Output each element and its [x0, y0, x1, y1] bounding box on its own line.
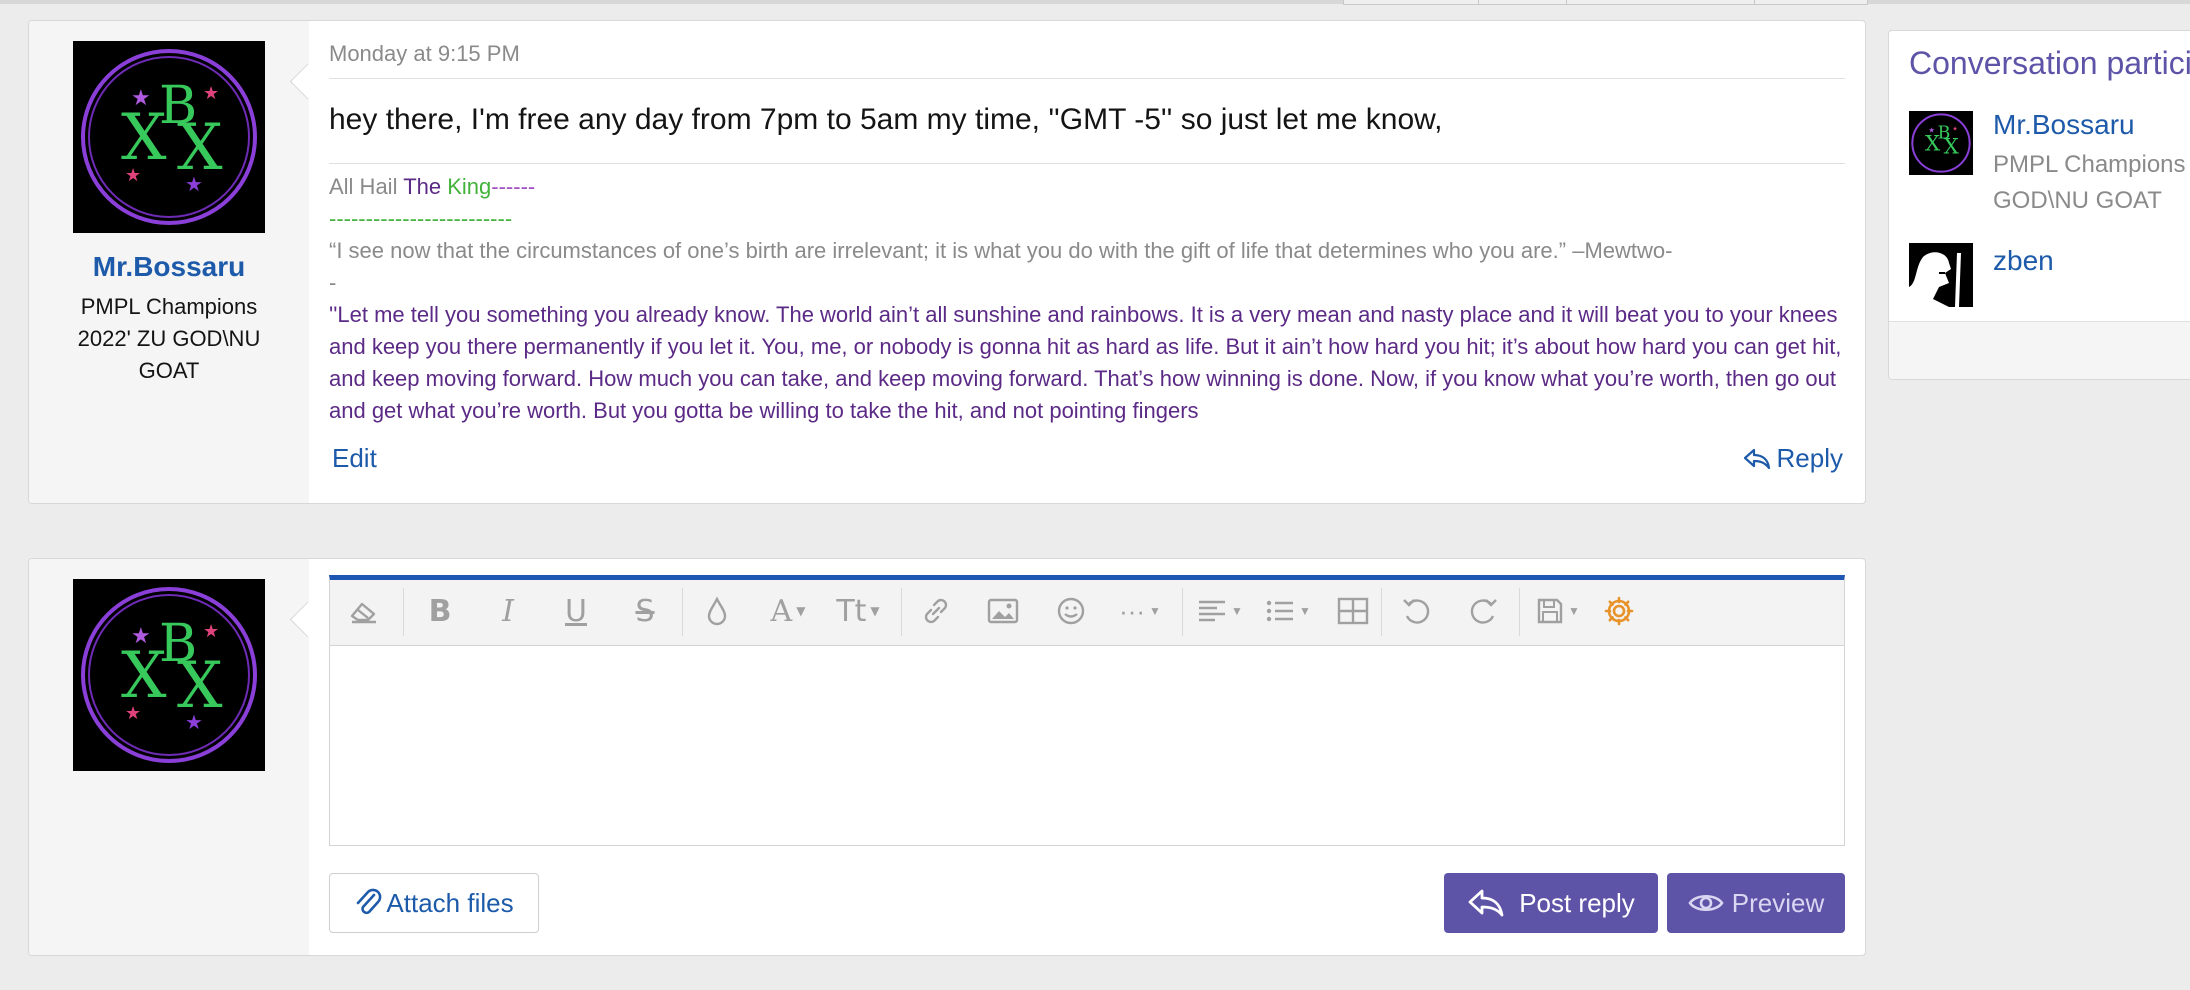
author-title-line: PMPL Champions	[80, 294, 258, 319]
reply-user-cell: X B X ★ ★ ★ ★	[29, 559, 309, 955]
post-reply-button[interactable]: Post reply	[1444, 873, 1658, 933]
message-text: hey there, I'm free any day from 7pm to …	[329, 103, 1443, 136]
participant-name[interactable]: Mr.Bossaru	[1993, 109, 2135, 141]
conversation-participants-block: Conversation participants X B X ★ ★ Mr.B…	[1888, 30, 2190, 380]
svg-text:★: ★	[203, 621, 219, 641]
insert-image-icon[interactable]	[983, 594, 1023, 628]
font-size-icon[interactable]: Tt ▼	[828, 594, 888, 629]
participant-title-line: PMPL Champions	[1993, 151, 2186, 178]
paperclip-icon	[357, 888, 382, 915]
attach-files-button[interactable]: Attach files	[329, 873, 539, 933]
top-button-4[interactable]	[1754, 0, 1868, 5]
insert-link-icon[interactable]	[916, 594, 956, 628]
attach-files-label: Attach files	[386, 887, 514, 918]
toolbar-separator	[682, 588, 683, 636]
clear-formatting-icon[interactable]	[344, 594, 384, 628]
drafts-icon[interactable]: ▼	[1530, 594, 1586, 628]
reply-card: X B X ★ ★ ★ ★ B I U S A ▼ Tt ▼ ··· ▼ ▼ ▼…	[28, 558, 1866, 956]
svg-text:★: ★	[185, 174, 203, 196]
divider	[329, 78, 1845, 79]
participants-title: Conversation participants	[1909, 45, 2190, 81]
reply-label: Reply	[1776, 443, 1843, 473]
rich-text-editor[interactable]: B I U S A ▼ Tt ▼ ··· ▼ ▼ ▼ ▼	[329, 575, 1845, 846]
top-button-2[interactable]	[1478, 0, 1568, 5]
author-title-line: GOAT	[138, 358, 200, 383]
top-button-3[interactable]	[1566, 0, 1756, 5]
participant-name[interactable]: zben	[1993, 245, 2054, 277]
participants-footer	[1889, 321, 2190, 379]
smilies-icon[interactable]	[1051, 594, 1091, 628]
svg-text:★: ★	[203, 83, 219, 103]
more-options-icon[interactable]: ··· ▼	[1110, 594, 1170, 628]
redo-icon[interactable]	[1464, 594, 1504, 628]
message-user-cell: X B X ★ ★ ★ ★ Mr.Bossaru PMPL Champions …	[29, 21, 309, 503]
author-avatar[interactable]: X B X ★ ★ ★ ★	[73, 41, 265, 233]
avatar-logo-icon: X B X ★ ★	[1911, 113, 1971, 173]
message-card: X B X ★ ★ ★ ★ Mr.Bossaru PMPL Champions …	[28, 20, 1866, 504]
svg-text:★: ★	[125, 703, 141, 723]
editor-toolbar: B I U S A ▼ Tt ▼ ··· ▼ ▼ ▼ ▼	[330, 580, 1844, 646]
eye-icon	[1688, 894, 1724, 912]
toolbar-separator	[1381, 588, 1382, 636]
top-button-1[interactable]	[1343, 0, 1480, 5]
divider	[329, 163, 1845, 164]
signature: All Hail The King------ ----------------…	[329, 171, 1845, 433]
avatar-logo-icon: X B X ★ ★ ★ ★	[81, 49, 257, 225]
text-color-icon[interactable]	[697, 594, 737, 628]
author-title: PMPL Champions 2022' ZU GOD\NU GOAT	[49, 291, 289, 387]
preview-button[interactable]: Preview	[1667, 873, 1845, 933]
sig-text: ------	[491, 174, 536, 199]
svg-text:★: ★	[1952, 125, 1957, 132]
reply-link[interactable]: Reply	[1743, 443, 1843, 474]
svg-text:★: ★	[185, 712, 203, 734]
silhouette-avatar-icon	[1909, 243, 1973, 307]
sig-text: The	[403, 174, 448, 199]
participant-title: PMPL Champions GOD\NU GOAT	[1993, 147, 2186, 219]
signature-quote-1: “I see now that the circumstances of one…	[329, 238, 1673, 263]
preview-label: Preview	[1731, 887, 1825, 918]
current-user-avatar[interactable]: X B X ★ ★ ★ ★	[73, 579, 265, 771]
bold-icon[interactable]: B	[420, 594, 460, 629]
svg-text:★: ★	[131, 623, 151, 648]
avatar-logo-icon: X B X ★ ★ ★ ★	[81, 587, 257, 763]
message-timestamp[interactable]: Monday at 9:15 PM	[329, 41, 520, 67]
signature-line-2: -------------------------	[329, 206, 513, 231]
participant-avatar[interactable]	[1909, 243, 1973, 307]
participant-avatar[interactable]: X B X ★ ★	[1909, 111, 1973, 175]
toolbar-separator	[901, 588, 902, 636]
font-family-icon[interactable]: A ▼	[760, 594, 816, 629]
svg-text:★: ★	[131, 85, 151, 110]
signature-quote-2: ''Let me tell you something you already …	[329, 302, 1842, 423]
insert-table-icon[interactable]	[1333, 594, 1373, 628]
signature-quote-1-tail: -	[329, 270, 337, 295]
toolbar-separator	[1182, 588, 1183, 636]
reply-icon	[1743, 448, 1770, 469]
reply-icon	[1468, 889, 1504, 917]
svg-text:X: X	[1944, 135, 1960, 160]
toolbar-separator	[403, 588, 404, 636]
sig-text: All Hail	[329, 174, 404, 199]
gear-icon[interactable]	[1599, 594, 1639, 628]
svg-text:★: ★	[1928, 125, 1935, 134]
toolbar-separator	[1519, 588, 1520, 636]
post-reply-label: Post reply	[1519, 887, 1635, 918]
participant-title-line: GOD\NU GOAT	[1993, 187, 2162, 214]
svg-text:★: ★	[125, 165, 141, 185]
list-icon[interactable]: ▼	[1260, 594, 1316, 628]
align-icon[interactable]: ▼	[1192, 594, 1248, 628]
sig-text: King	[447, 174, 492, 199]
underline-icon[interactable]: U	[556, 594, 596, 629]
undo-icon[interactable]	[1396, 594, 1436, 628]
signature-line-1: All Hail The King------	[329, 171, 1845, 203]
italic-icon[interactable]: I	[488, 594, 528, 629]
author-title-line: 2022' ZU GOD\NU	[77, 326, 261, 351]
author-name[interactable]: Mr.Bossaru	[29, 251, 309, 283]
strikethrough-icon[interactable]: S	[625, 594, 665, 629]
edit-link[interactable]: Edit	[332, 443, 377, 474]
